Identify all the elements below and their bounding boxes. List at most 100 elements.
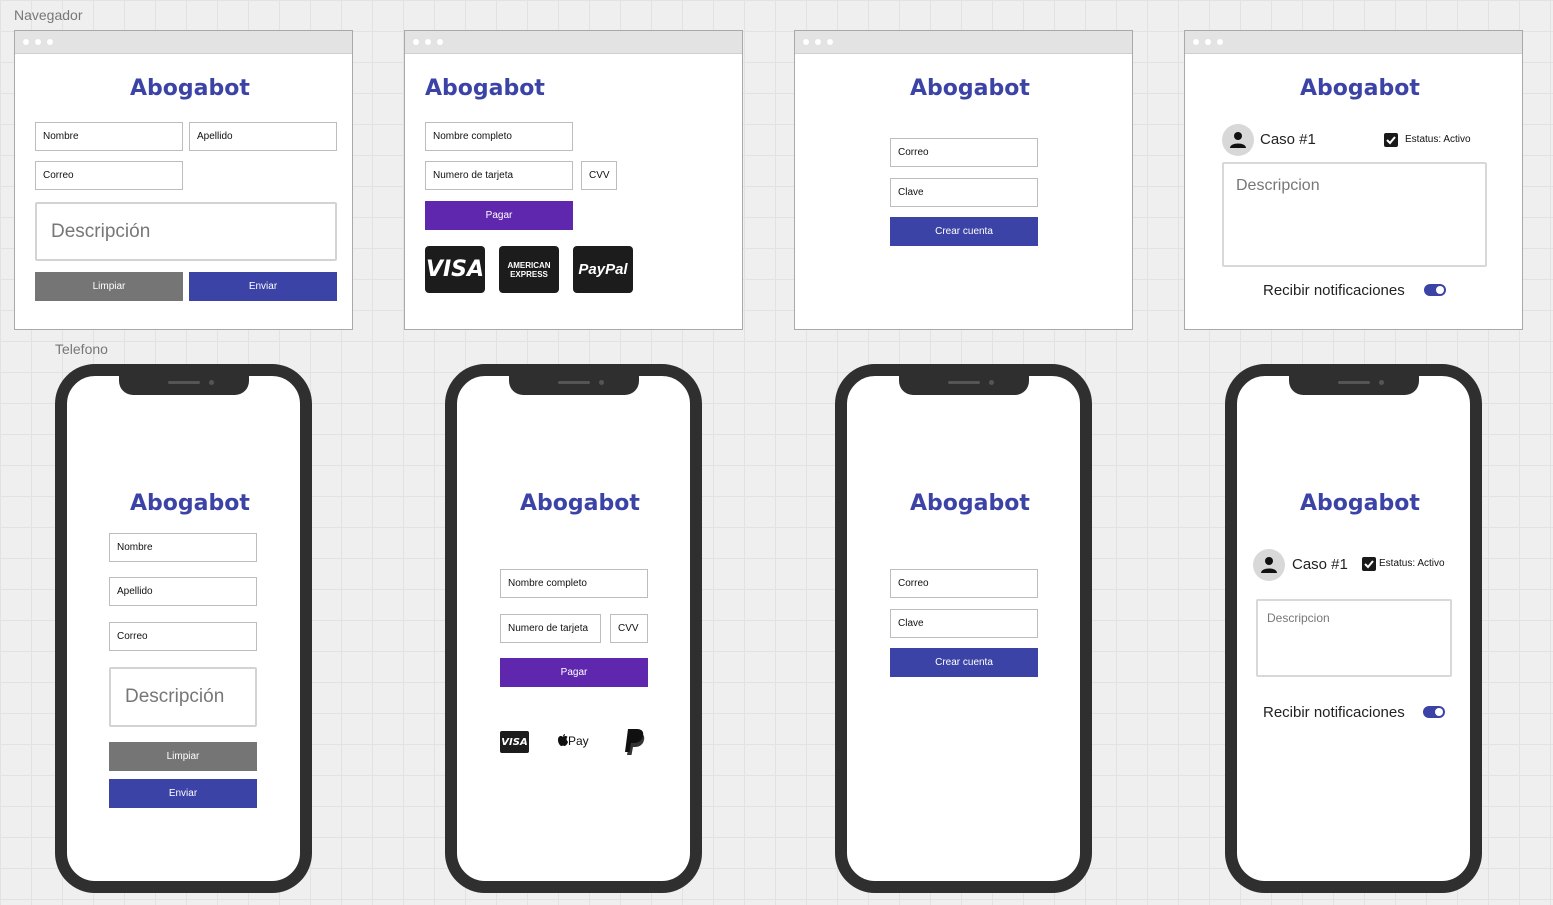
window-dot [437,39,443,45]
window-dot [425,39,431,45]
app-title: Abogabot [910,491,1030,516]
phone-notch [1288,375,1419,395]
app-title: Abogabot [1300,491,1420,516]
email-field[interactable]: Correo [890,138,1038,167]
apple-pay-label: Pay [568,734,589,748]
email-field[interactable]: Correo [890,569,1038,598]
browser-window-register: Abogabot Nombre Apellido Correo Descripc… [14,30,353,330]
visa-card-icon[interactable]: VISA [500,731,529,753]
browser-window-signup: Abogabot Correo Clave Crear cuenta [794,30,1133,330]
camera [598,380,604,385]
app-title: Abogabot [520,491,640,516]
first-name-field[interactable]: Nombre [109,533,257,562]
phone-case: Abogabot Caso #1 Estatus: Activo Descrip… [1225,364,1482,893]
password-field[interactable]: Clave [890,609,1038,638]
window-dot [35,39,41,45]
window-dot [413,39,419,45]
app-title: Abogabot [1300,76,1420,101]
check-icon [1386,136,1396,145]
window-dot [815,39,821,45]
description-field[interactable]: Descripcion [1222,162,1487,267]
window-title-bar [795,31,1132,54]
user-icon [1261,557,1277,573]
paypal-card-icon[interactable]: PayPal [573,246,633,293]
check-icon [1364,560,1374,569]
phone-signup: Abogabot Correo Clave Crear cuenta [835,364,1092,893]
browser-window-case: Abogabot Caso #1 Estatus: Activo Descrip… [1184,30,1523,330]
camera [988,380,994,385]
case-title: Caso #1 [1260,131,1316,148]
app-title: Abogabot [130,76,250,101]
camera [1378,380,1384,385]
clear-button[interactable]: Limpiar [109,742,257,771]
avatar [1253,549,1285,581]
phone-notch [508,375,639,395]
pay-button[interactable]: Pagar [500,658,648,687]
phone-payment: Abogabot Nombre completo Numero de tarje… [445,364,702,893]
speaker [557,381,590,384]
description-field[interactable]: Descripción [109,667,257,727]
email-field[interactable]: Correo [109,622,257,651]
window-dot [1217,39,1223,45]
cvv-field[interactable]: CVV [581,161,617,190]
create-account-button[interactable]: Crear cuenta [890,217,1038,246]
app-title: Abogabot [130,491,250,516]
card-number-field[interactable]: Numero de tarjeta [500,614,601,643]
full-name-field[interactable]: Nombre completo [500,569,648,598]
last-name-field[interactable]: Apellido [109,577,257,606]
email-field[interactable]: Correo [35,161,183,190]
speaker [947,381,980,384]
create-account-button[interactable]: Crear cuenta [890,648,1038,677]
status-checkbox[interactable] [1362,557,1376,571]
window-title-bar [15,31,352,54]
clear-button[interactable]: Limpiar [35,272,183,301]
window-dot [23,39,29,45]
phone-register: Abogabot Nombre Apellido Correo Descripc… [55,364,312,893]
phone-section-label: Telefono [55,341,108,357]
phone-notch [898,375,1029,395]
notifications-label: Recibir notificaciones [1263,282,1405,299]
browser-window-payment: Abogabot Nombre completo Numero de tarje… [404,30,743,330]
visa-card-icon[interactable]: VISA [425,246,485,293]
speaker [167,381,200,384]
amex-card-icon[interactable]: AMERICAN EXPRESS [499,246,559,293]
window-dot [1193,39,1199,45]
card-number-field[interactable]: Numero de tarjeta [425,161,573,190]
description-field[interactable]: Descripción [35,202,337,261]
pay-button[interactable]: Pagar [425,201,573,230]
apple-pay-option[interactable]: Pay [558,734,589,748]
cvv-field[interactable]: CVV [610,614,648,643]
toggle-on-icon[interactable] [1424,284,1446,296]
case-title: Caso #1 [1292,556,1348,573]
password-field[interactable]: Clave [890,178,1038,207]
avatar [1222,124,1254,156]
browser-section-label: Navegador [14,7,83,23]
send-button[interactable]: Enviar [189,272,337,301]
last-name-field[interactable]: Apellido [189,122,337,151]
speaker [1337,381,1370,384]
status-label: Estatus: Activo [1405,134,1471,145]
app-title: Abogabot [910,76,1030,101]
send-button[interactable]: Enviar [109,779,257,808]
notifications-label: Recibir notificaciones [1263,704,1405,721]
window-dot [47,39,53,45]
toggle-knob [1436,286,1444,294]
status-checkbox[interactable] [1384,133,1398,147]
full-name-field[interactable]: Nombre completo [425,122,573,151]
window-title-bar [1185,31,1522,54]
camera [208,380,214,385]
window-dot [827,39,833,45]
user-icon [1230,132,1246,148]
paypal-option[interactable] [622,728,646,761]
window-title-bar [405,31,742,54]
description-field[interactable]: Descripcion [1256,599,1452,677]
app-title: Abogabot [425,76,545,101]
phone-notch [118,375,249,395]
toggle-knob [1435,708,1443,716]
status-label: Estatus: Activo [1379,558,1445,569]
apple-icon [558,734,568,746]
window-dot [1205,39,1211,45]
toggle-on-icon[interactable] [1423,706,1445,718]
first-name-field[interactable]: Nombre [35,122,183,151]
window-dot [803,39,809,45]
